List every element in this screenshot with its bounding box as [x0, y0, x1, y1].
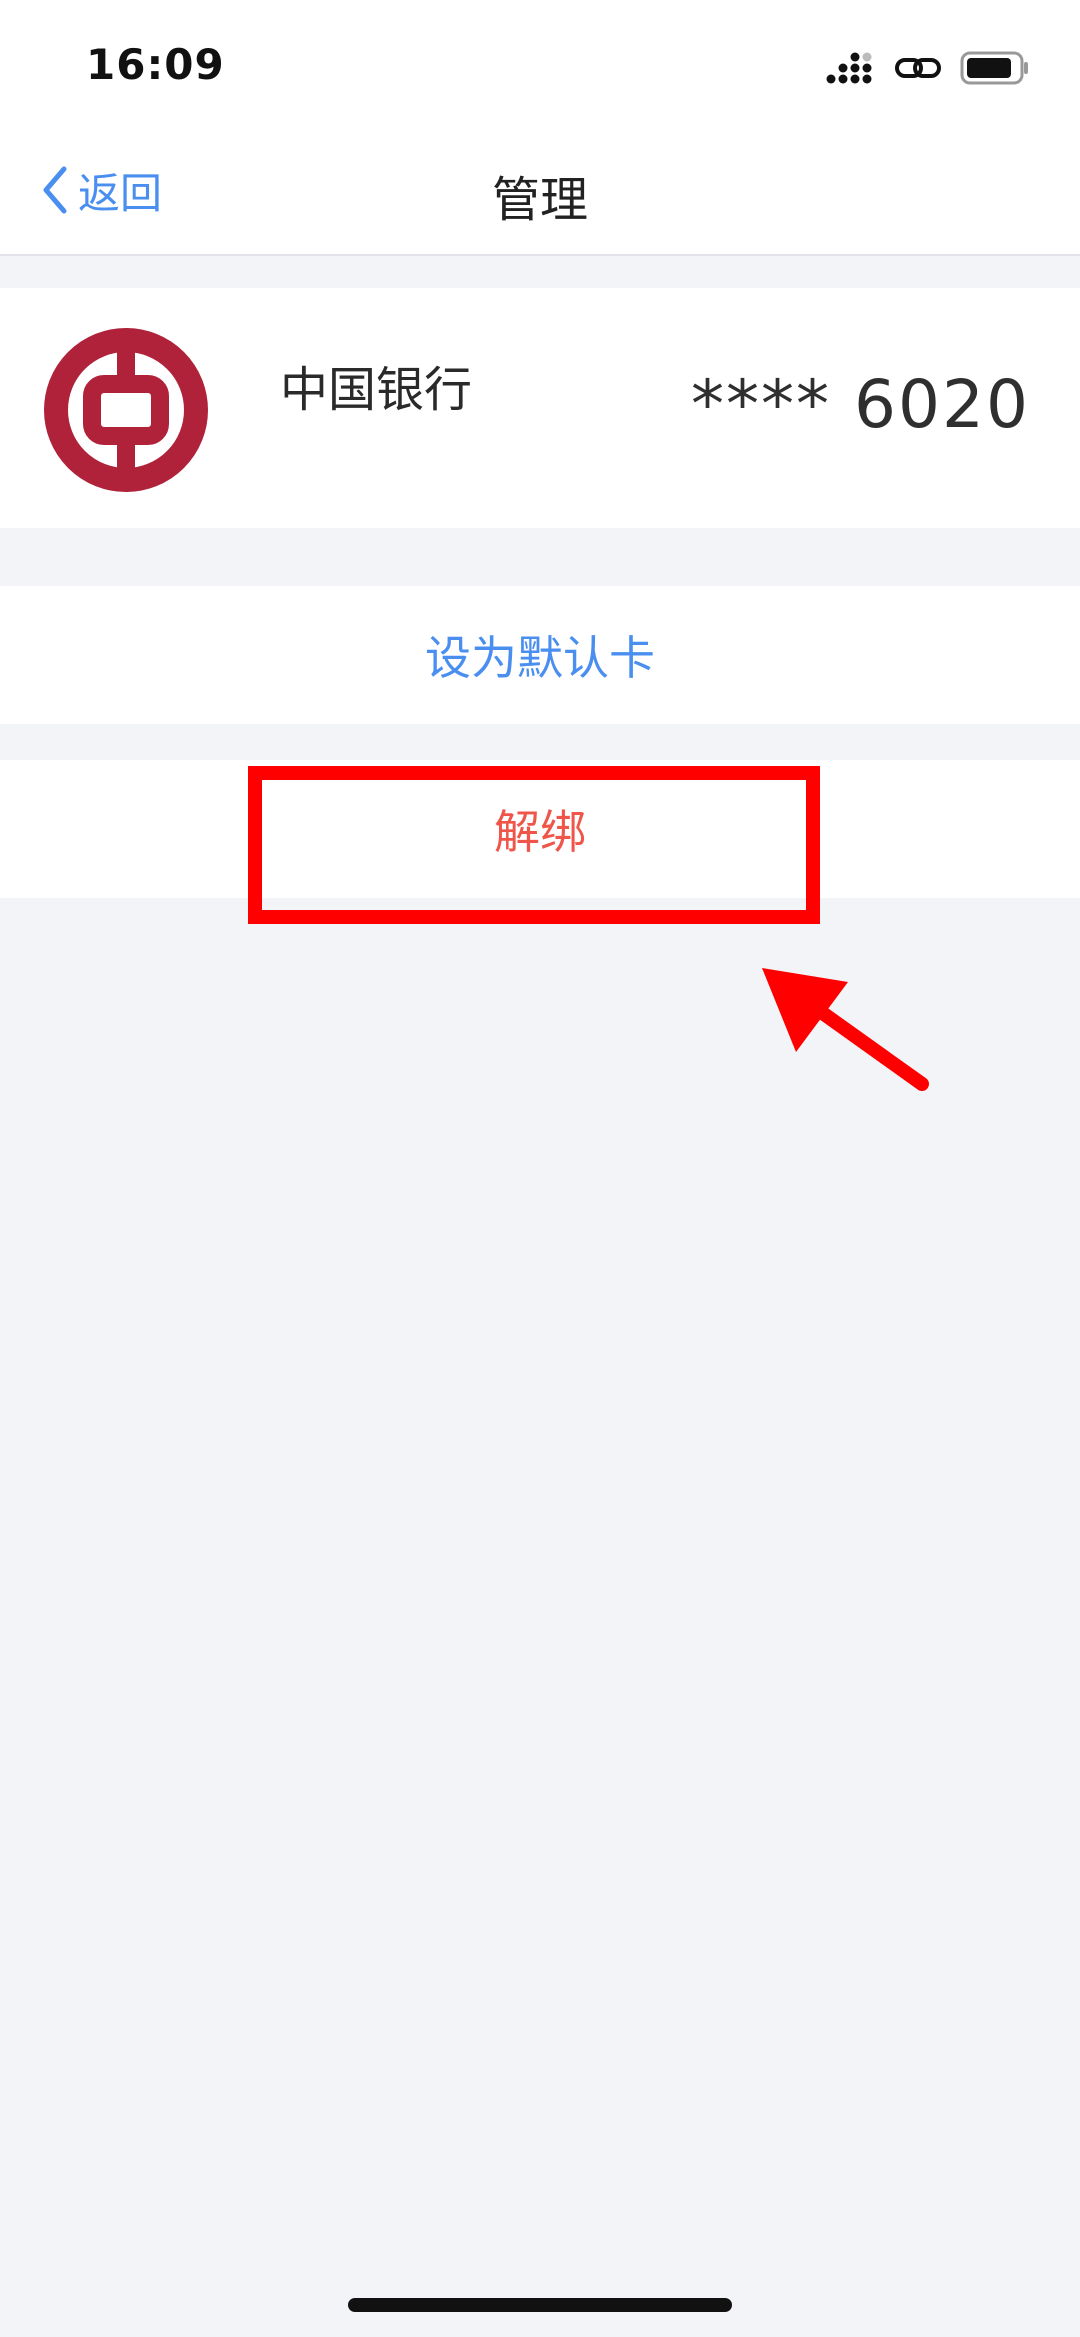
home-indicator: [348, 2298, 732, 2312]
unbind-button[interactable]: 解绑: [0, 760, 1080, 898]
set-default-button[interactable]: 设为默认卡: [0, 586, 1080, 724]
nav-bar: 返回 管理: [0, 130, 1080, 256]
battery-icon: [960, 51, 1028, 85]
unbind-label: 解绑: [494, 805, 586, 859]
annotation-arrow-icon: [762, 968, 929, 1091]
link-icon: [895, 58, 941, 78]
bank-name: 中国银行: [280, 362, 473, 418]
card-number: **** 6020: [691, 366, 1030, 443]
status-bar: 16:09: [0, 0, 1080, 130]
bank-card-row: 中国银行 **** 6020: [0, 288, 1080, 528]
status-icons: [826, 48, 1030, 88]
signal-icon: [826, 52, 872, 84]
set-default-label: 设为默认卡: [425, 631, 655, 685]
status-time: 16:09: [86, 40, 225, 89]
page-title: 管理: [491, 172, 588, 228]
bank-of-china-logo: [44, 328, 208, 492]
